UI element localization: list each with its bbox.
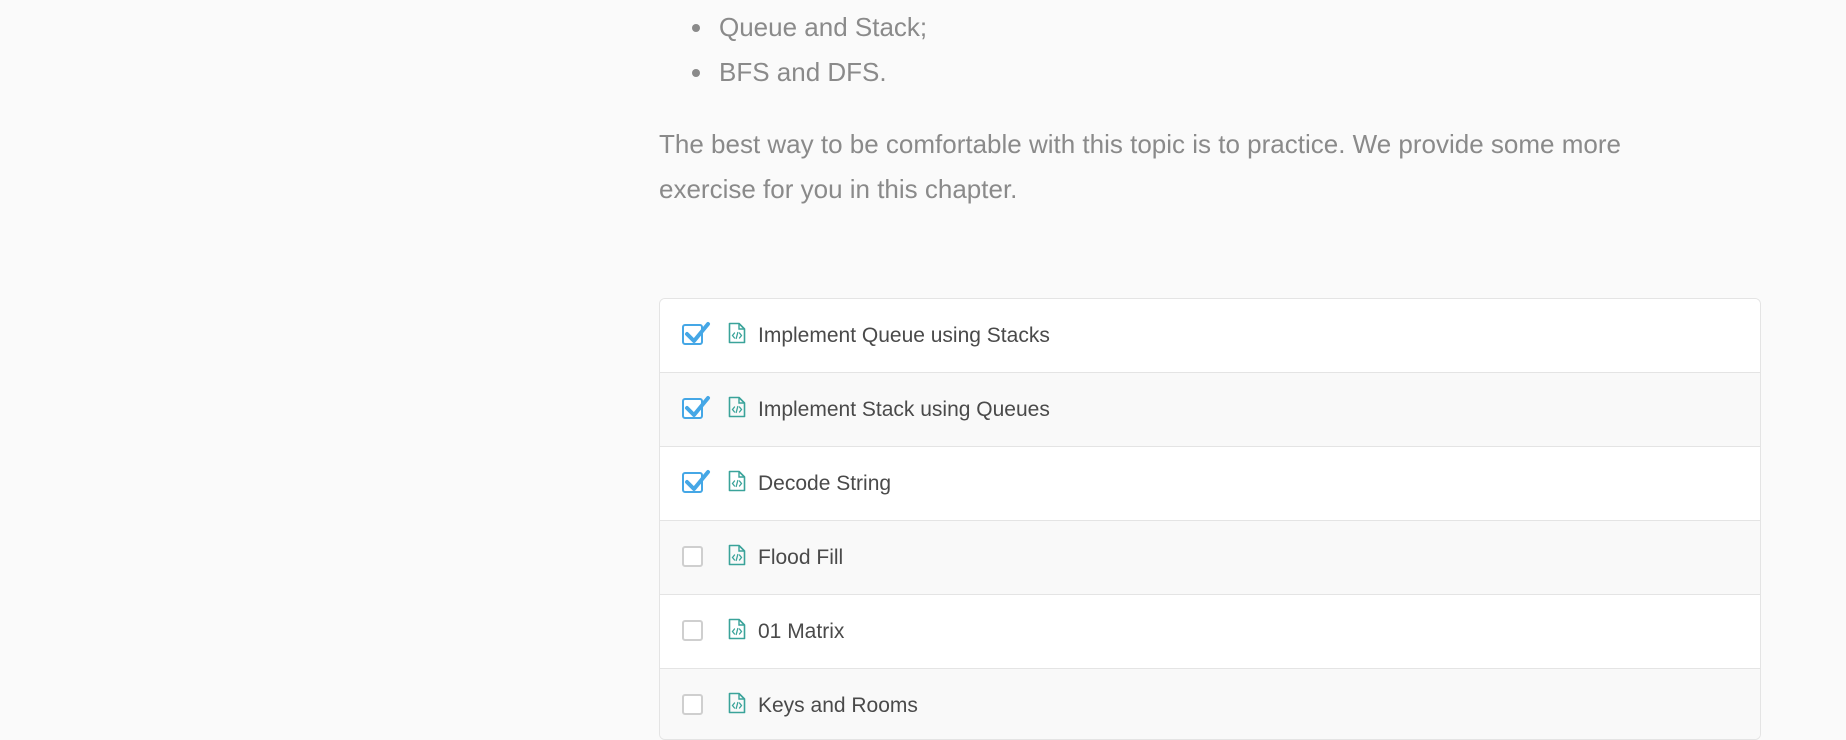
- problem-title-link[interactable]: Implement Stack using Queues: [758, 373, 1050, 446]
- code-file-icon: [728, 322, 746, 344]
- problem-title-link[interactable]: 01 Matrix: [758, 595, 844, 668]
- problem-row[interactable]: Decode String: [660, 447, 1760, 521]
- code-file-icon: [728, 396, 746, 418]
- code-file-icon: [728, 544, 746, 566]
- bullet-text: BFS and DFS.: [719, 57, 887, 87]
- completed-checkbox[interactable]: [682, 322, 710, 345]
- practice-paragraph: The best way to be comfortable with this…: [659, 129, 1621, 204]
- code-file-icon: [728, 470, 746, 492]
- problem-title-link[interactable]: Flood Fill: [758, 521, 843, 594]
- incomplete-checkbox[interactable]: [682, 546, 703, 567]
- problem-title-link[interactable]: Decode String: [758, 447, 891, 520]
- completed-checkbox[interactable]: [682, 470, 710, 493]
- bullet-item: Queue and Stack;: [683, 8, 927, 53]
- problem-row[interactable]: 01 Matrix: [660, 595, 1760, 669]
- problem-row[interactable]: Implement Stack using Queues: [660, 373, 1760, 447]
- bullet-dot: [692, 24, 700, 32]
- checkmark-icon: [685, 470, 710, 491]
- problem-row[interactable]: Keys and Rooms: [660, 669, 1760, 739]
- bullet-text: Queue and Stack;: [719, 12, 928, 42]
- problem-list: Implement Queue using Stacks Implement S…: [659, 298, 1761, 740]
- problem-title-link[interactable]: Keys and Rooms: [758, 669, 918, 739]
- bullet-dot: [692, 69, 700, 77]
- checkmark-icon: [685, 322, 710, 343]
- code-file-icon: [728, 692, 746, 714]
- problem-row[interactable]: Flood Fill: [660, 521, 1760, 595]
- bullet-item: BFS and DFS.: [683, 53, 927, 98]
- problem-title-link[interactable]: Implement Queue using Stacks: [758, 299, 1050, 372]
- code-file-icon: [728, 618, 746, 640]
- problem-row[interactable]: Implement Queue using Stacks: [660, 299, 1760, 373]
- checkmark-icon: [685, 396, 710, 417]
- completed-checkbox[interactable]: [682, 396, 710, 419]
- incomplete-checkbox[interactable]: [682, 694, 703, 715]
- incomplete-checkbox[interactable]: [682, 620, 703, 641]
- topic-bullet-list: Queue and Stack; BFS and DFS.: [683, 8, 927, 98]
